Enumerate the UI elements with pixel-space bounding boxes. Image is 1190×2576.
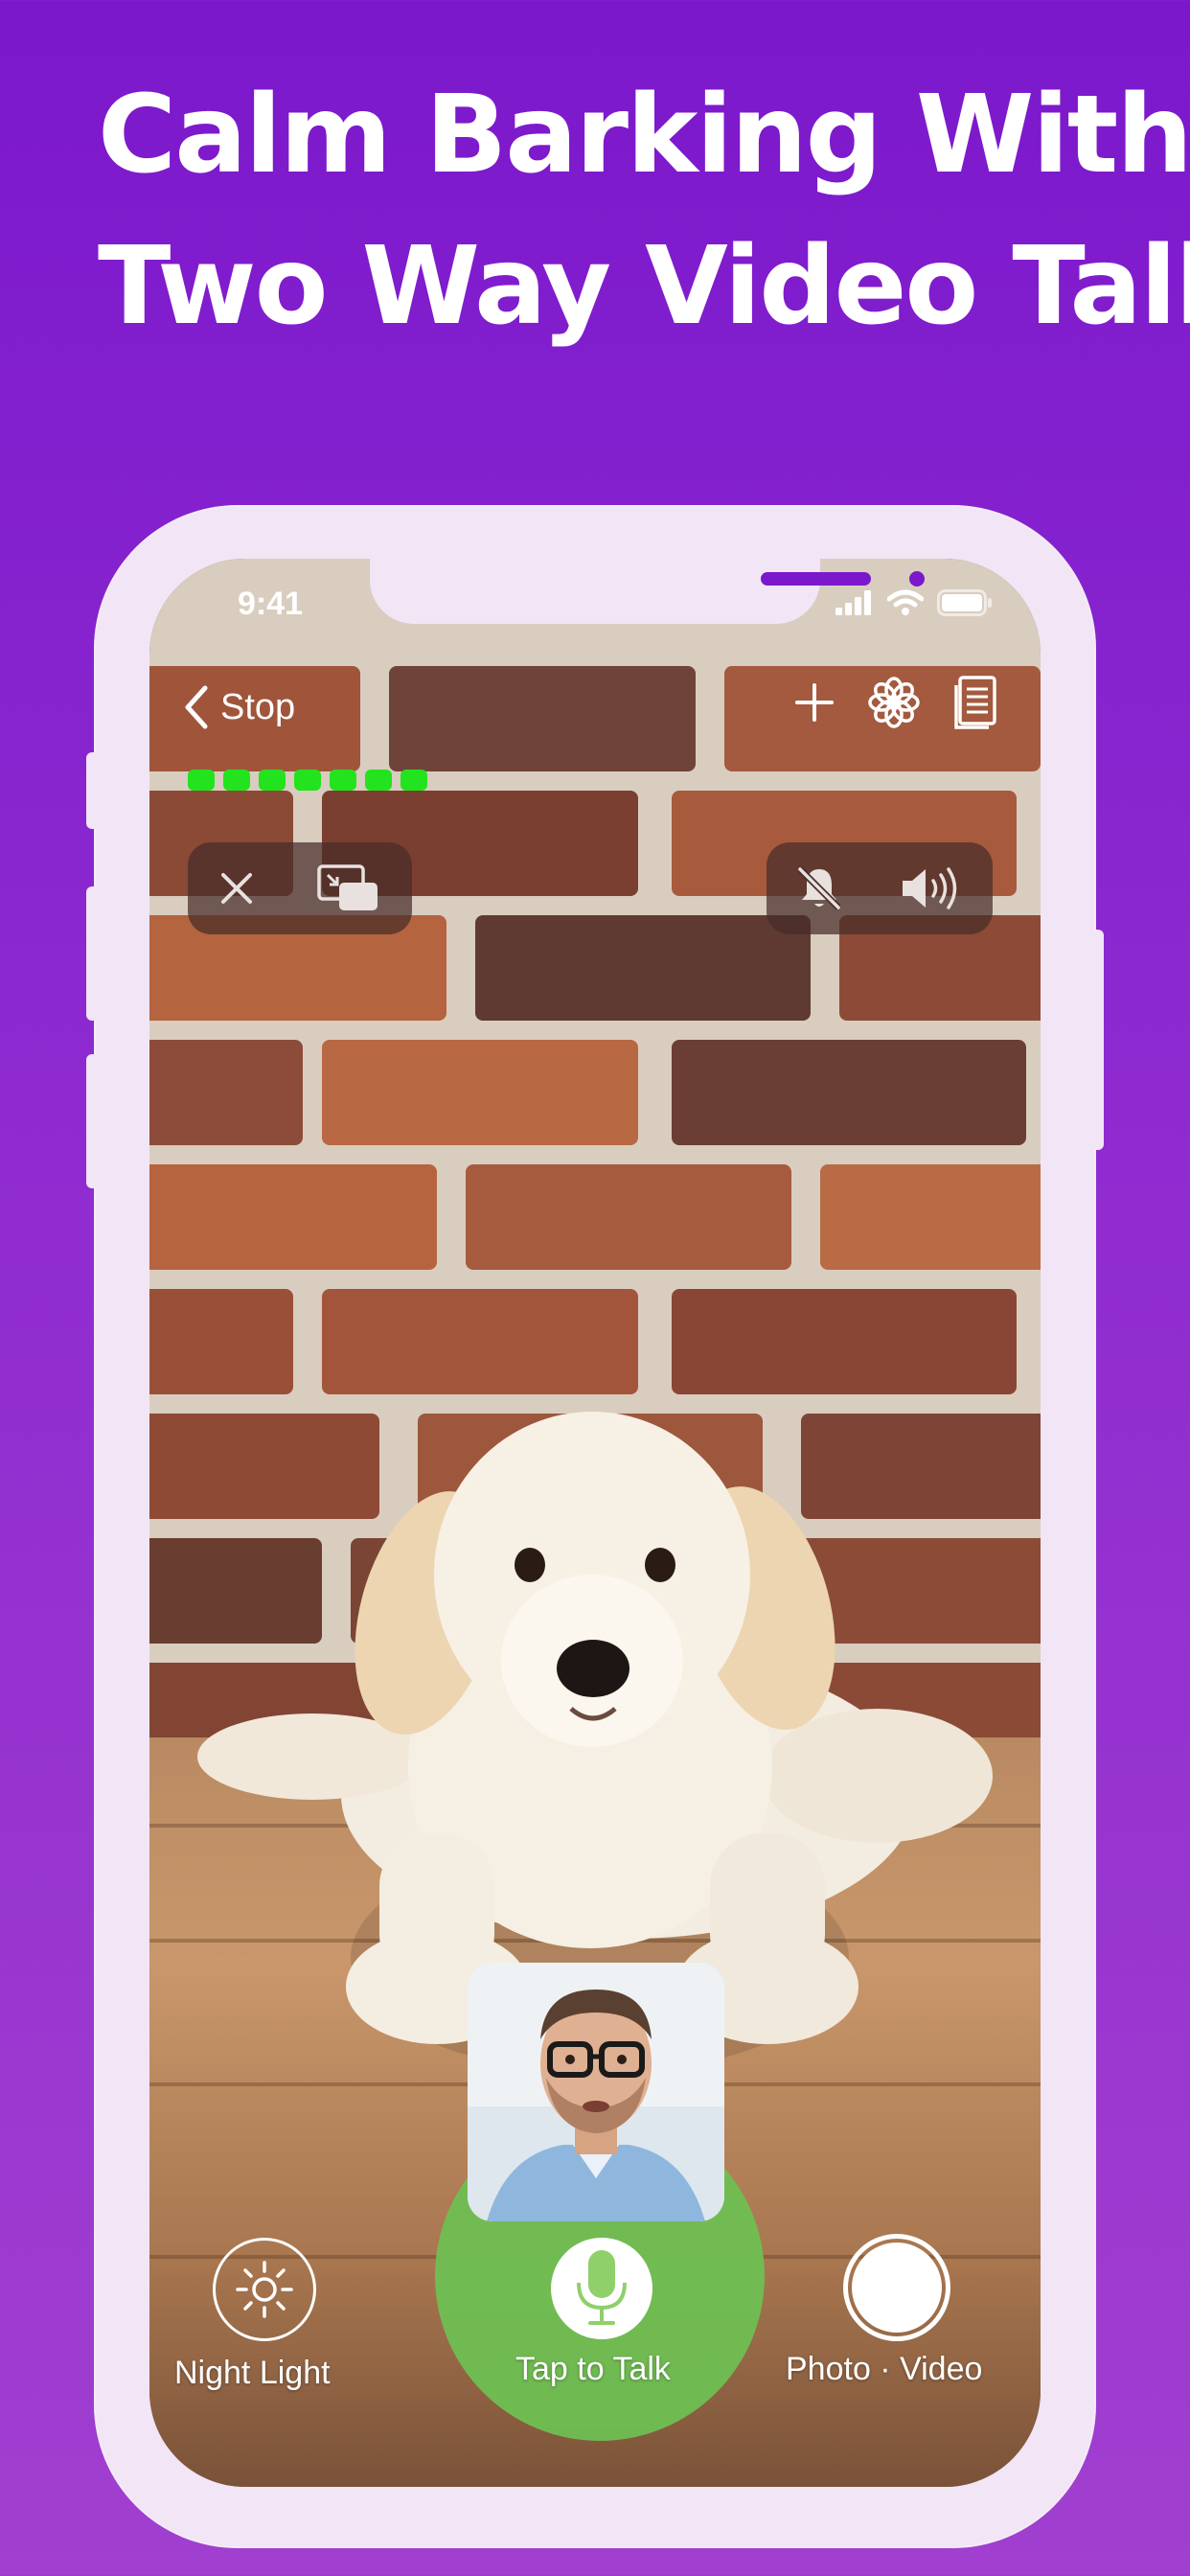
audio-controls-right xyxy=(767,842,993,934)
bell-muted-icon[interactable] xyxy=(794,863,844,913)
tap-to-talk-label: Tap to Talk xyxy=(515,2351,671,2387)
battery-icon xyxy=(937,589,992,616)
status-time: 9:41 xyxy=(238,586,304,622)
headline: Calm Barking With Two Way Video Talk xyxy=(98,59,1190,362)
capture-button[interactable] xyxy=(843,2234,950,2341)
chevron-left-icon xyxy=(185,685,208,729)
self-view-video xyxy=(468,1963,724,2221)
microphone-button[interactable] xyxy=(551,2238,652,2339)
capture-button-inner xyxy=(852,2242,942,2333)
wifi-icon xyxy=(887,589,924,615)
nav-actions xyxy=(793,676,998,729)
front-camera-dot xyxy=(909,571,925,586)
stop-label: Stop xyxy=(220,686,296,727)
device-notch xyxy=(370,559,925,624)
stop-button[interactable]: Stop xyxy=(184,685,295,729)
sound-level-segment xyxy=(400,770,427,791)
sun-icon xyxy=(236,2261,293,2318)
video-controls-left xyxy=(188,842,412,934)
night-light-button[interactable] xyxy=(213,2238,316,2341)
person-image xyxy=(468,1963,724,2221)
sound-level-segment xyxy=(259,770,286,791)
sound-level-segment xyxy=(188,770,215,791)
side-button-left-2 xyxy=(86,886,100,1021)
sound-level-segment xyxy=(294,770,321,791)
earpiece-speaker xyxy=(761,572,871,586)
status-icons xyxy=(835,589,993,616)
side-button-right xyxy=(1090,930,1104,1150)
photo-video-label[interactable]: Photo · Video xyxy=(786,2351,982,2388)
headline-line-1: Calm Barking With xyxy=(98,73,1190,197)
side-button-left-3 xyxy=(86,1054,100,1188)
phone-screen: 9:41 Stop Tap to Talk Night Light Photo … xyxy=(149,559,1041,2487)
flower-icon[interactable] xyxy=(868,677,920,728)
headline-line-2: Two Way Video Talk xyxy=(98,224,1190,349)
plus-icon[interactable] xyxy=(793,681,835,724)
document-icon[interactable] xyxy=(952,676,998,729)
sound-level-segment xyxy=(223,770,250,791)
sound-level-segment xyxy=(365,770,392,791)
sound-level-meter xyxy=(188,770,427,791)
picture-in-picture-icon[interactable] xyxy=(316,863,381,913)
night-light-label: Night Light xyxy=(174,2355,331,2391)
microphone-icon xyxy=(577,2250,627,2325)
cellular-signal-icon xyxy=(835,590,871,615)
sound-level-segment xyxy=(330,770,356,791)
speaker-icon[interactable] xyxy=(899,863,966,913)
close-icon[interactable] xyxy=(218,870,255,907)
side-button-left-1 xyxy=(86,752,100,829)
